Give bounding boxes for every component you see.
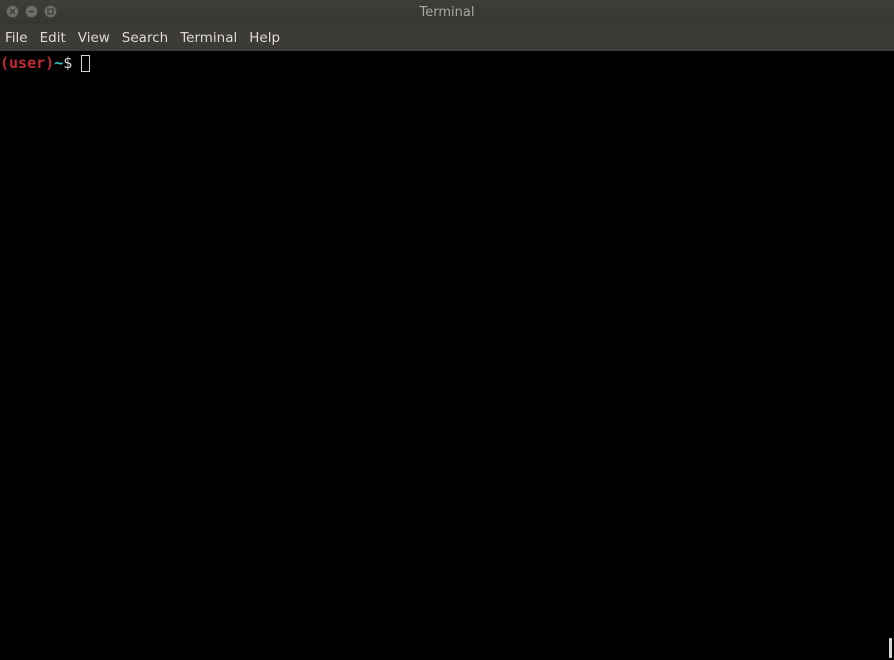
menu-edit[interactable]: Edit (40, 25, 66, 51)
prompt-path: ~ (54, 54, 64, 72)
title-bar[interactable]: Terminal (0, 0, 894, 25)
menu-bar: File Edit View Search Terminal Help (0, 25, 894, 51)
text-cursor (81, 54, 91, 72)
scrollbar[interactable] (889, 638, 892, 658)
window-title: Terminal (419, 5, 475, 20)
terminal-output[interactable]: (user) ~ $ (0, 51, 894, 660)
prompt-line: (user) ~ $ (0, 53, 91, 73)
prompt-user: (user) (0, 54, 55, 72)
menu-search[interactable]: Search (122, 25, 168, 51)
menu-file[interactable]: File (5, 25, 28, 51)
menu-terminal[interactable]: Terminal (180, 25, 237, 51)
terminal-window: Terminal File Edit View Search Terminal … (0, 0, 894, 660)
menu-view[interactable]: View (78, 25, 110, 51)
prompt-symbol: $ (63, 54, 73, 72)
menu-help[interactable]: Help (249, 25, 280, 51)
